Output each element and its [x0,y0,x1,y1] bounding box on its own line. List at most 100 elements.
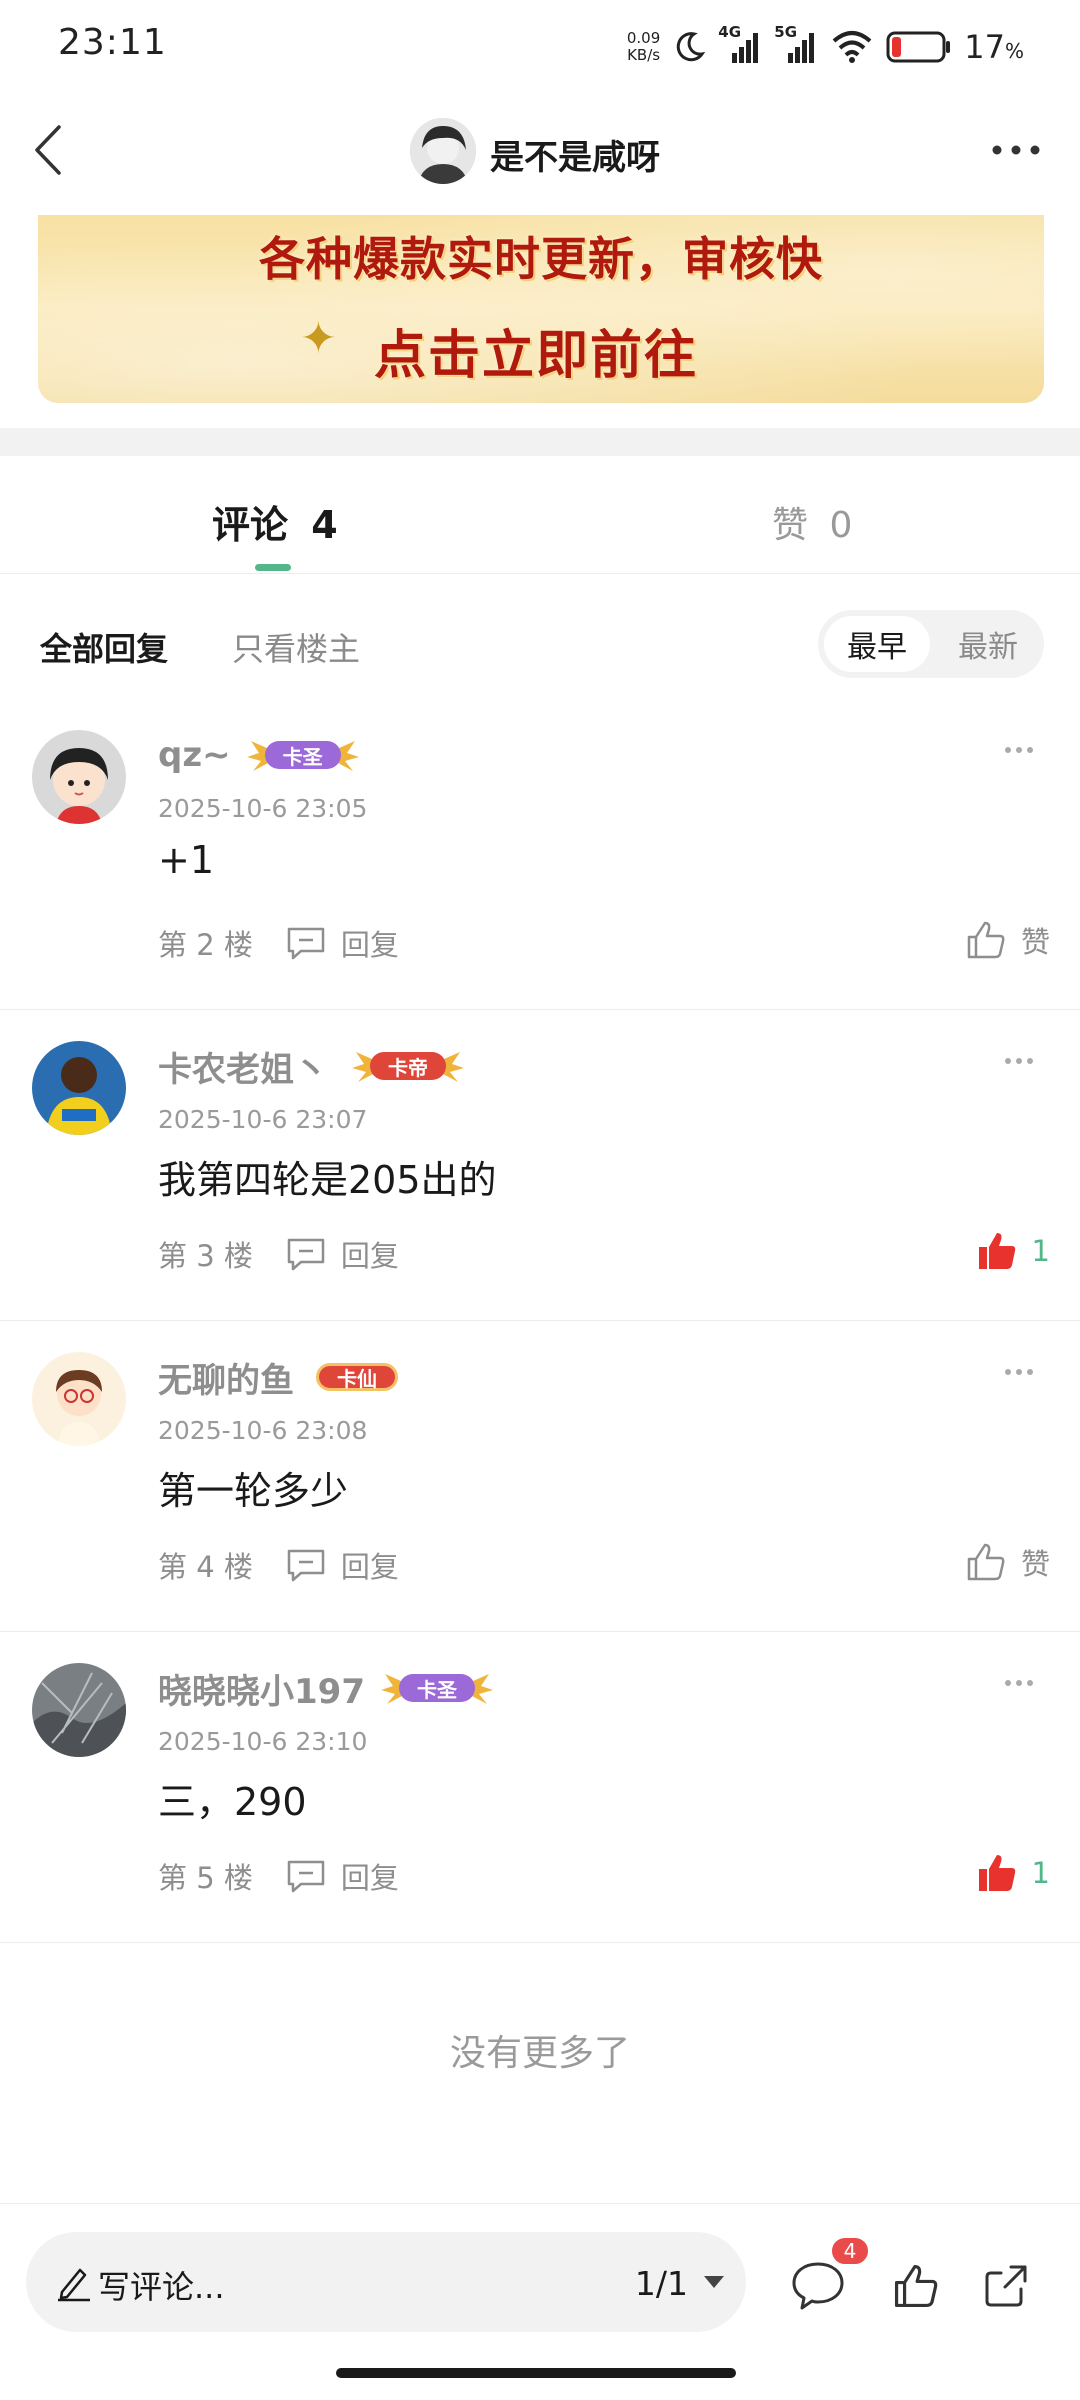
like-post-button[interactable] [884,2254,948,2318]
like-count: 1 [1031,1856,1050,1890]
comment-time: 2025-10-6 23:07 [158,1105,368,1134]
commenter-info: 卡农老姐丶 卡帝 [158,1041,464,1091]
signal-bars-icon [732,33,759,63]
more-options-button[interactable] [986,132,1046,168]
network-speed-value: 0.09 [626,29,661,47]
thumbs-up-icon [967,1543,1005,1581]
commenter-avatar[interactable] [32,1041,126,1135]
battery-percentage: 17% [964,28,1024,66]
floor-number: 第 3 楼 [158,1239,253,1273]
comment-more-button[interactable] [994,1671,1044,1695]
reply-button[interactable]: 回复 [285,922,399,964]
reply-label: 回复 [340,1239,399,1273]
badge-label: 卡帝 [370,1052,446,1080]
reply-icon [287,1860,325,1893]
commenter-name[interactable]: 无聊的鱼 [158,1353,294,1402]
level-badge: 卡仙 [316,1357,398,1397]
page-indicator[interactable]: 1/1 [635,2264,688,2303]
comment-text: +1 [158,838,215,882]
more-horizontal-icon [1005,1058,1033,1064]
avatar-image [32,1663,126,1757]
commenter-info: qz~ 卡圣 [158,730,359,780]
reply-icon [287,927,325,960]
status-time: 23:11 [58,22,167,63]
commenter-avatar[interactable] [32,1352,126,1446]
status-bar: 23:11 0.09 KB/s 4G 5G 17% [0,0,1080,92]
like-count: 1 [1031,1234,1050,1268]
filter-all-replies[interactable]: 全部回复 [40,624,168,670]
comment-bubble-icon [792,2262,844,2310]
floor-number: 第 5 楼 [158,1861,253,1895]
reply-button[interactable]: 回复 [285,1544,399,1586]
like-button[interactable]: 1 [976,1221,1050,1281]
signal-bars-icon [788,33,815,63]
badge-label: 卡圣 [398,1674,475,1702]
commenter-name[interactable]: 晓晓晓小197 [158,1664,365,1713]
sort-toggle: 最早 最新 [818,610,1044,678]
reply-label: 回复 [340,928,399,962]
reply-button[interactable]: 回复 [285,1233,399,1275]
network-speed-unit: KB/s [627,46,661,64]
like-label: 赞 [1020,1547,1050,1581]
comment-footer: 第 2 楼 回复 [158,918,399,968]
banner-cta[interactable]: 点击立即前往 [374,313,698,388]
badge-label: 卡仙 [316,1363,398,1391]
comment-more-button[interactable] [994,738,1044,762]
caret-down-icon[interactable] [702,2274,726,2290]
status-icons: 0.09 KB/s 4G 5G 17% [627,22,1024,72]
level-badge: 卡帝 [352,1046,464,1086]
comment-placeholder: 写评论... [98,2268,225,2306]
author-avatar[interactable] [410,118,476,184]
active-tab-indicator [255,564,291,571]
like-button[interactable]: 赞 [965,1532,1050,1592]
more-horizontal-icon [1005,747,1033,753]
commenter-name[interactable]: 卡农老姐丶 [158,1042,328,1091]
comment-time: 2025-10-6 23:10 [158,1727,368,1756]
comment-footer: 第 5 楼 回复 [158,1851,399,1901]
like-button[interactable]: 1 [976,1843,1050,1903]
thumbs-up-icon [967,921,1005,959]
banner-headline: 各种爆款实时更新，审核快 [259,232,823,286]
tab-comments[interactable]: 评论 4 [212,494,338,549]
reply-label: 回复 [340,1550,399,1584]
level-badge: 卡圣 [246,735,359,775]
commenter-avatar[interactable] [32,730,126,824]
commenter-avatar[interactable] [32,1663,126,1757]
wifi-icon [832,31,872,63]
reply-label: 回复 [340,1861,399,1895]
tab-likes[interactable]: 赞 0 [772,496,852,548]
reply-button[interactable]: 回复 [285,1855,399,1897]
battery-icon [886,31,951,63]
thumbs-up-icon [894,2264,938,2308]
avatar-image [32,1352,126,1446]
commenter-name[interactable]: qz~ [158,735,231,775]
sort-latest-button[interactable]: 最新 [938,616,1038,672]
comment-item: 无聊的鱼 卡仙 2025-10-6 23:08 第一轮多少 第 4 楼 回复 赞 [0,1322,1080,1632]
comment-item: 卡农老姐丶 卡帝 2025-10-6 23:07 我第四轮是205出的 第 3 … [0,1011,1080,1321]
promo-banner[interactable]: 各种爆款实时更新，审核快 ✦ 点击立即前往 [38,215,1044,403]
comment-footer: 第 3 楼 回复 [158,1229,399,1279]
end-of-list-text: 没有更多了 [449,2033,630,2074]
back-button[interactable] [18,120,78,180]
avatar-image [32,730,126,824]
badge-label: 卡圣 [264,741,341,769]
comment-item: 晓晓晓小197 卡圣 2025-10-6 23:10 三，290 第 5 楼 回… [0,1633,1080,1943]
comment-text: 我第四轮是205出的 [158,1158,497,1202]
filter-op-only[interactable]: 只看楼主 [232,624,360,670]
like-button[interactable]: 赞 [965,910,1050,970]
avatar-image [410,118,476,184]
page-title[interactable]: 是不是咸呀 [490,130,660,179]
tab-bar: 评论 4 赞 0 [0,456,1080,574]
comment-time: 2025-10-6 23:05 [158,794,368,823]
write-comment-input[interactable]: 写评论... 1/1 [26,2232,746,2332]
sort-earliest-button[interactable]: 最早 [824,616,930,672]
comment-footer: 第 4 楼 回复 [158,1540,399,1590]
comment-more-button[interactable] [994,1049,1044,1073]
reply-icon [287,1238,325,1271]
comment-text: 三，290 [158,1780,307,1824]
signal-4g: 4G [718,23,762,65]
share-button[interactable] [974,2254,1038,2318]
comment-more-button[interactable] [994,1360,1044,1384]
commenter-info: 无聊的鱼 卡仙 [158,1352,398,1402]
home-indicator[interactable] [336,2368,736,2378]
